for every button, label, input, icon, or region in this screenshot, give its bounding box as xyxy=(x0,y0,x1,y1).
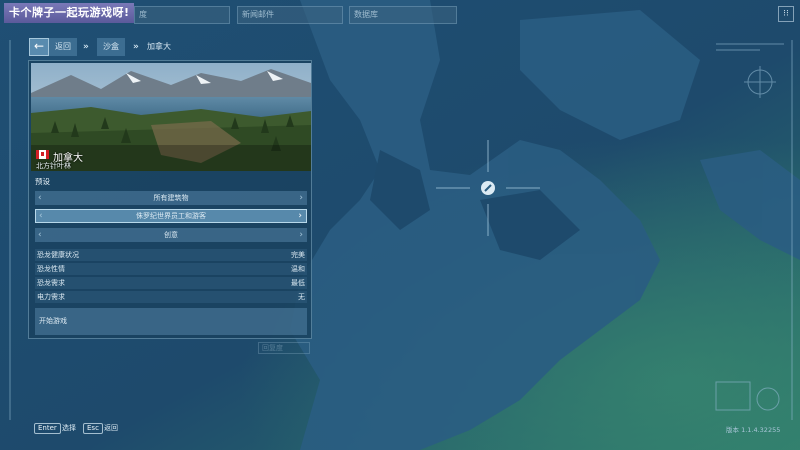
chevron-left-icon[interactable]: ‹ xyxy=(39,210,43,222)
esc-key-hint: Esc xyxy=(83,423,103,434)
location-panel: 加拿大 北方针叶林 预设 ‹ 所有建筑物 › ‹ 侏罗纪世界员工和游客 › ‹ … xyxy=(28,60,312,339)
stat-value: 完美 xyxy=(291,251,305,259)
preset-all-buildings[interactable]: ‹ 所有建筑物 › xyxy=(35,191,307,205)
preset-label: 创意 xyxy=(164,231,178,239)
stat-dino-needs: 恐龙需求 最低 xyxy=(35,277,307,289)
esc-hint-label: 返回 xyxy=(104,424,118,432)
chevron-right-icon[interactable]: › xyxy=(299,228,303,242)
grid-icon[interactable]: ⁝⁝ xyxy=(778,6,794,22)
chevron-right-icon[interactable]: › xyxy=(299,191,303,205)
ghost-label: 回复度 xyxy=(258,342,310,354)
stat-value: 最低 xyxy=(291,279,305,287)
presets-heading: 预设 xyxy=(35,177,50,186)
stat-dino-health: 恐龙健康状况 完美 xyxy=(35,249,307,261)
location-hero-image: 加拿大 北方针叶林 xyxy=(31,63,311,171)
preset-label: 所有建筑物 xyxy=(153,194,189,202)
chevron-left-icon[interactable]: ‹ xyxy=(38,228,42,242)
version-label: 版本 1.1.4.32255 xyxy=(726,426,781,434)
back-label[interactable]: 返回 xyxy=(49,38,77,56)
breadcrumb-sandbox[interactable]: 沙盒 xyxy=(97,38,125,56)
enter-key-hint: Enter xyxy=(34,423,61,434)
stat-key: 恐龙健康状况 xyxy=(37,251,79,259)
stat-key: 恐龙需求 xyxy=(37,279,65,287)
stat-key: 电力需求 xyxy=(37,293,65,301)
start-game-button[interactable]: 开始游戏 xyxy=(35,308,307,335)
tab-database[interactable]: 数据库 xyxy=(349,6,457,24)
preset-creative[interactable]: ‹ 创意 › xyxy=(35,228,307,242)
chevron-left-icon[interactable]: ‹ xyxy=(38,191,42,205)
stat-key: 恐龙性情 xyxy=(37,265,65,273)
preset-label: 侏罗纪世界员工和游客 xyxy=(136,212,206,220)
breadcrumb-current: 加拿大 xyxy=(147,42,171,51)
back-arrow-icon: ← xyxy=(33,39,45,53)
canada-flag-icon xyxy=(36,150,49,159)
top-tab-1[interactable]: 度 xyxy=(134,6,230,24)
stream-banner: 卡个牌子一起玩游戏呀! xyxy=(4,3,134,23)
enter-hint-label: 选择 xyxy=(62,424,76,432)
breadcrumb-separator: » xyxy=(83,42,89,52)
breadcrumb-separator: » xyxy=(133,42,139,52)
stat-dino-temperament: 恐龙性情 温和 xyxy=(35,263,307,275)
stat-value: 温和 xyxy=(291,265,305,273)
stat-value: 无 xyxy=(298,293,305,301)
location-biome: 北方针叶林 xyxy=(36,162,71,170)
back-button[interactable]: ← xyxy=(29,38,49,56)
preset-jurassic-staff-guests[interactable]: ‹ 侏罗纪世界员工和游客 › xyxy=(35,209,307,223)
tab-news-mail[interactable]: 新闻邮件 xyxy=(237,6,343,24)
chevron-right-icon[interactable]: › xyxy=(298,210,302,222)
stat-power-needs: 电力需求 无 xyxy=(35,291,307,303)
